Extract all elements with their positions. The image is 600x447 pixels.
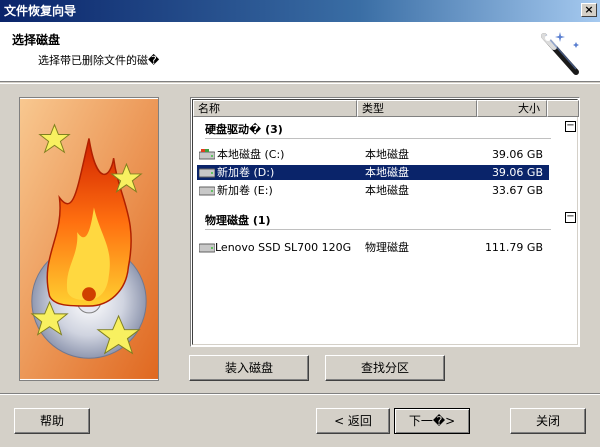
mount-disk-button[interactable]: 装入磁盘	[189, 355, 309, 381]
group-divider	[205, 229, 551, 230]
window-title: 文件恢复向导	[4, 4, 77, 18]
column-header-type[interactable]: 类型	[357, 100, 477, 117]
windows-drive-icon	[199, 149, 215, 160]
disk-size: 33.67 GB	[491, 184, 543, 197]
disk-size: 111.79 GB	[484, 241, 543, 254]
back-button[interactable]: < 返回	[316, 408, 390, 434]
help-button[interactable]: 帮助	[14, 408, 90, 434]
close-button[interactable]: 关闭	[510, 408, 586, 434]
disk-name: 新加卷 (E:)	[217, 184, 273, 197]
disk-size: 39.06 GB	[491, 166, 543, 179]
list-item[interactable]: 本地磁盘 (C:) 本地磁盘 39.06 GB	[197, 147, 549, 162]
list-item-selected[interactable]: 新加卷 (D:) 本地磁盘 39.06 GB	[197, 165, 549, 180]
collapse-hard-drives-button[interactable]: −	[565, 121, 576, 132]
disk-name: 本地磁盘 (C:)	[217, 148, 285, 161]
window-close-button[interactable]: ×	[581, 3, 597, 17]
disk-type: 本地磁盘	[365, 184, 409, 197]
page-title: 选择磁盘	[12, 33, 61, 47]
drive-icon	[199, 168, 215, 178]
disk-name: Lenovo SSD SL700 120G	[215, 241, 352, 254]
disk-type: 本地磁盘	[365, 148, 409, 161]
drive-icon	[199, 186, 215, 196]
disk-name: 新加卷 (D:)	[217, 166, 275, 179]
column-header-size[interactable]: 大小	[477, 100, 547, 117]
recovery-illustration	[19, 97, 159, 381]
disk-type: 本地磁盘	[365, 166, 409, 179]
collapse-physical-disks-button[interactable]: −	[565, 212, 576, 223]
disk-type: 物理磁盘	[365, 241, 409, 254]
page-subtitle: 选择带已删除文件的磁�	[38, 54, 160, 67]
disk-list[interactable]: 名称 类型 大小 硬盘驱动� (3) − 本地磁盘 (C:) 本地磁盘 39.0…	[190, 97, 580, 347]
column-header-name[interactable]: 名称	[193, 100, 357, 117]
magic-wand-icon	[541, 32, 579, 75]
group-divider	[205, 138, 551, 139]
window-titlebar: 文件恢复向导 ×	[0, 0, 600, 22]
find-partition-button[interactable]: 查找分区	[325, 355, 445, 381]
list-item[interactable]: Lenovo SSD SL700 120G 物理磁盘 111.79 GB	[197, 240, 549, 255]
list-item[interactable]: 新加卷 (E:) 本地磁盘 33.67 GB	[197, 183, 549, 198]
header-divider	[0, 83, 600, 84]
disk-size: 39.06 GB	[491, 148, 543, 161]
next-button[interactable]: 下一�>	[394, 408, 470, 434]
column-header-filler	[547, 100, 579, 117]
group-label-physical-disks: 物理磁盘 (1)	[205, 214, 271, 227]
wizard-header: 选择磁盘 选择带已删除文件的磁�	[0, 22, 600, 82]
group-label-hard-drives: 硬盘驱动� (3)	[205, 123, 283, 136]
drive-icon	[199, 243, 215, 253]
footer-divider	[0, 393, 600, 395]
